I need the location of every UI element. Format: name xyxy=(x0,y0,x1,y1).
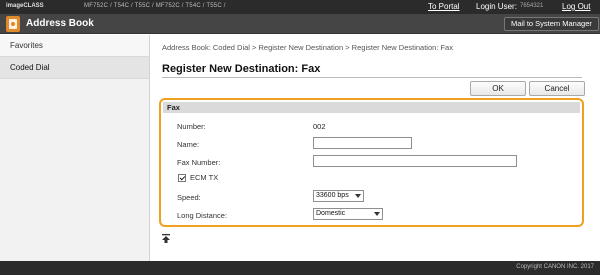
long-distance-select[interactable]: Domestic xyxy=(313,208,383,220)
page-title: Register New Destination: Fax xyxy=(162,63,321,75)
fax-section-header: Fax xyxy=(163,102,580,113)
title-bar: Address Book Mail to System Manager xyxy=(0,14,600,34)
chevron-down-icon xyxy=(355,194,361,198)
fax-number-input[interactable] xyxy=(313,155,517,167)
ok-button[interactable]: OK xyxy=(470,81,526,96)
speed-label: Speed: xyxy=(177,193,201,202)
speed-select-value: 33600 bps xyxy=(316,192,349,199)
number-label: Number: xyxy=(177,122,206,131)
to-portal-link[interactable]: To Portal xyxy=(428,2,460,11)
fax-settings-section: Fax Number: 002 Name: Fax Number: ECM TX… xyxy=(159,98,584,227)
sidebar: Favorites Coded Dial xyxy=(0,35,150,261)
app-title: Address Book xyxy=(26,18,94,29)
model-name: MF752C / T54C / T55C / MF752C / T54C / T… xyxy=(84,3,226,9)
long-distance-label: Long Distance: xyxy=(177,211,228,220)
copyright-text: Copyright CANON INC. 2017 xyxy=(516,264,594,270)
login-user-label: Login User: xyxy=(476,2,517,11)
name-input[interactable] xyxy=(313,137,412,149)
footer: Copyright CANON INC. 2017 xyxy=(0,261,600,275)
login-user-value: 7654321 xyxy=(520,3,544,9)
ecm-tx-checkbox[interactable] xyxy=(178,174,186,182)
log-out-link[interactable]: Log Out xyxy=(562,2,590,11)
top-bar: imageCLASS MF752C / T54C / T55C / MF752C… xyxy=(0,0,600,14)
ecm-tx-label: ECM TX xyxy=(190,173,219,182)
fax-number-label: Fax Number: xyxy=(177,158,221,167)
title-divider xyxy=(162,77,582,78)
number-value: 002 xyxy=(313,122,326,131)
speed-select[interactable]: 33600 bps xyxy=(313,190,364,202)
back-to-top-icon[interactable] xyxy=(162,234,170,243)
sidebar-item-favorites[interactable]: Favorites xyxy=(0,35,149,57)
name-label: Name: xyxy=(177,140,200,149)
product-name: imageCLASS xyxy=(6,3,44,9)
cancel-button[interactable]: Cancel xyxy=(529,81,585,96)
mail-to-system-manager-button[interactable]: Mail to System Manager xyxy=(504,17,599,31)
address-book-icon xyxy=(6,16,20,32)
breadcrumb: Address Book: Coded Dial > Register New … xyxy=(162,43,453,52)
chevron-down-icon xyxy=(374,212,380,216)
long-distance-select-value: Domestic xyxy=(316,210,346,217)
sidebar-item-coded-dial[interactable]: Coded Dial xyxy=(0,57,149,79)
